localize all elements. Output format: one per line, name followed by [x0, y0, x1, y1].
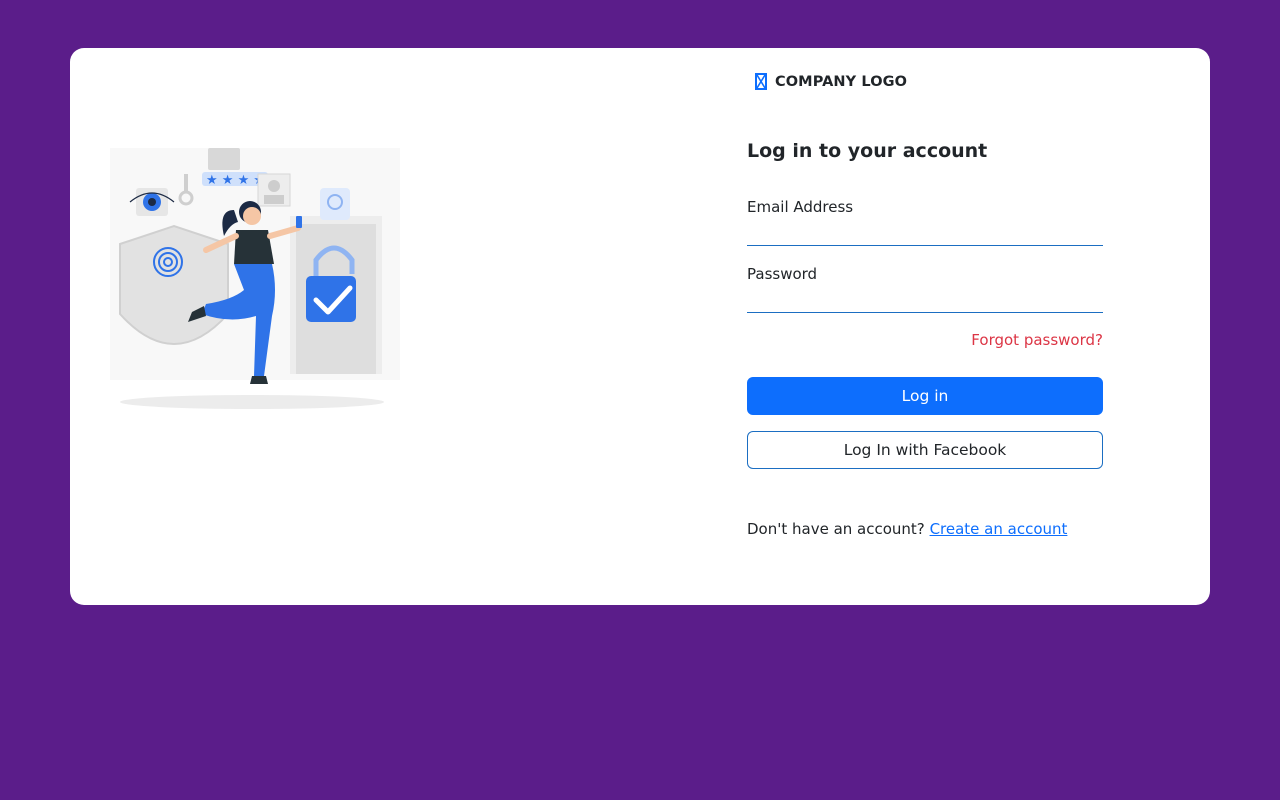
signup-prompt: Don't have an account? — [747, 520, 925, 538]
login-card: ★ ★ ★ ★ COMPANY LOGO Log in to your acco… — [70, 48, 1210, 605]
password-field[interactable] — [747, 286, 1103, 313]
security-illustration: ★ ★ ★ ★ — [110, 148, 400, 409]
logo-text: COMPANY LOGO — [775, 73, 908, 90]
login-panel: COMPANY LOGO Log in to your account Emai… — [747, 48, 1103, 605]
email-label: Email Address — [747, 198, 854, 216]
svg-text:★ ★ ★ ★: ★ ★ ★ ★ — [206, 173, 265, 188]
page-title: Log in to your account — [747, 140, 988, 162]
forgot-password-link[interactable]: Forgot password? — [971, 331, 1103, 349]
facebook-login-button[interactable]: Log In with Facebook — [747, 431, 1103, 469]
signup-row: Don't have an account? Create an account — [747, 520, 1067, 538]
create-account-link[interactable]: Create an account — [930, 520, 1068, 538]
email-field[interactable] — [747, 219, 1103, 246]
company-logo: COMPANY LOGO — [755, 73, 907, 90]
login-button[interactable]: Log in — [747, 377, 1103, 415]
hourglass-icon — [755, 73, 767, 90]
password-label: Password — [747, 265, 818, 283]
